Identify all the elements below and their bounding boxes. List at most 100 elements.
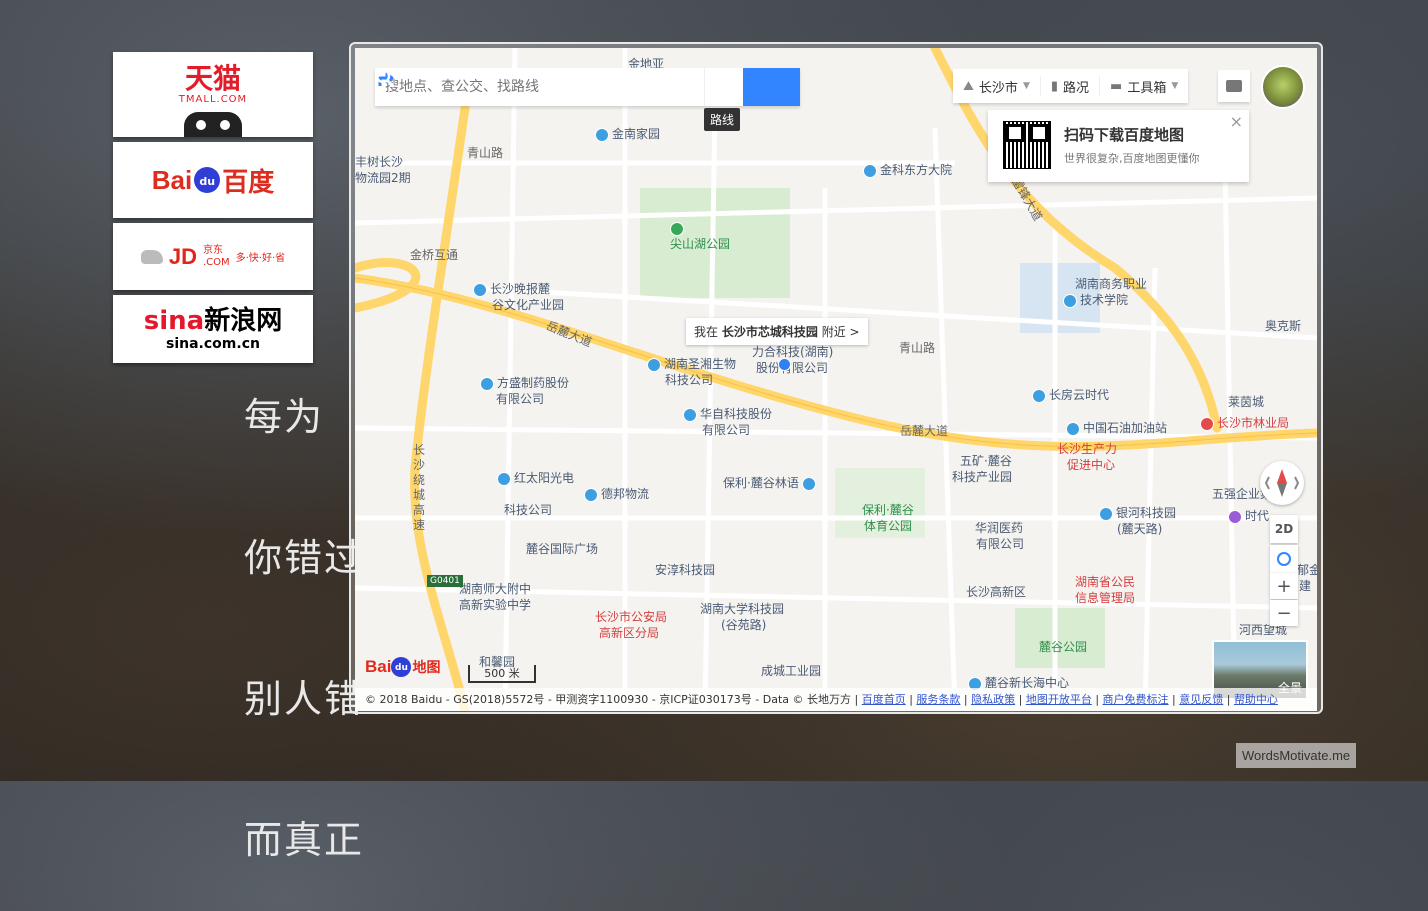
tmall-link[interactable]: 天猫 TMALL.COM [113, 52, 313, 137]
map-label[interactable]: 成城工业园 [761, 663, 821, 679]
footer-link[interactable]: 意见反馈 [1179, 693, 1223, 706]
avatar[interactable] [1261, 65, 1305, 109]
quote-line: 每为 [244, 395, 325, 439]
map-label[interactable]: 湖南省公民 [1075, 574, 1135, 590]
map-label[interactable]: 建 [1299, 578, 1311, 594]
zoom-out-button[interactable]: − [1270, 600, 1298, 626]
map-label[interactable]: 力合科技(湖南) [752, 344, 833, 360]
zoom-in-button[interactable]: + [1270, 573, 1298, 599]
current-location-marker[interactable] [778, 358, 791, 371]
map-label[interactable]: 麓谷国际广场 [526, 541, 598, 557]
map-label[interactable]: 谷文化产业园 [492, 297, 564, 313]
map-label[interactable]: 奥克斯 [1265, 318, 1301, 334]
map-label[interactable]: 丰树长沙 [355, 154, 403, 170]
map-label-text: 技术学院 [1080, 293, 1129, 307]
map-label[interactable]: 长房云时代 [1032, 387, 1109, 403]
map-label[interactable]: 银河科技园 [1099, 505, 1176, 521]
map-label[interactable]: 中国石油加油站 [1066, 420, 1167, 436]
mode-2d-button[interactable]: 2D [1270, 515, 1298, 543]
search-input[interactable] [375, 68, 704, 106]
map-label[interactable]: 高新实验中学 [459, 597, 531, 613]
city-selector[interactable]: ⛰ 长沙市 ▼ [953, 76, 1041, 96]
map-label-text: 长房云时代 [1049, 388, 1110, 402]
toolbox-icon: ▬ [1110, 78, 1123, 94]
map-label[interactable] [670, 220, 687, 236]
map-label[interactable]: 湖南师大附中 [459, 581, 531, 597]
map-label-text: 中国石油加油站 [1083, 421, 1168, 435]
message-icon [1226, 80, 1242, 92]
map-label[interactable]: 科技公司 [504, 502, 552, 518]
map-label[interactable]: (麓天路) [1117, 521, 1162, 537]
map-label[interactable]: 保利·麓谷林语 [723, 475, 819, 491]
map-label[interactable]: 五矿·麓谷 [960, 453, 1012, 469]
sina-logo: sina新浪网 [113, 307, 313, 335]
map-label[interactable]: 时代 [1228, 508, 1269, 524]
map-label[interactable]: 红太阳光电 [497, 470, 574, 486]
compass-icon[interactable] [1260, 461, 1304, 505]
baidu-map[interactable]: 金地亚 金南家园 青山路 丰树长沙 物流园2期 金科东方大院 尖山湖公园 金桥互… [355, 48, 1317, 711]
poi-icon [1063, 293, 1077, 308]
jd-link[interactable]: JD 京东 .COM 多·快·好·省 [113, 223, 313, 290]
map-label[interactable]: 高新区分局 [599, 625, 659, 641]
location-prefix: 我在 [694, 325, 719, 339]
message-button[interactable] [1218, 70, 1250, 102]
map-label[interactable]: 郁金 [1297, 562, 1317, 578]
map-label[interactable]: 有限公司 [496, 391, 544, 407]
toolbox-button[interactable]: ▬ 工具箱 ▼ [1100, 76, 1188, 96]
qr-download-card: 扫码下载百度地图 世界很复杂,百度地图更懂你 × [988, 110, 1249, 182]
map-road-label: 岳麓大道 [900, 424, 949, 438]
footer-link[interactable]: 商户免费标注 [1103, 693, 1169, 706]
map-park-label[interactable]: 体育公园 [864, 518, 912, 534]
tmall-logo-cn: 天猫 [184, 62, 241, 95]
map-label[interactable]: 长沙晚报麓 [473, 281, 550, 297]
map-label[interactable]: 信息管理局 [1075, 590, 1135, 606]
location-tip[interactable]: 我在 长沙市芯城科技园 附近 > [686, 318, 868, 345]
map-label[interactable]: 科技产业园 [952, 469, 1012, 485]
map-label[interactable]: 长沙市公安局 [595, 609, 667, 625]
logo-map: 地图 [412, 660, 441, 676]
copyright-bar: © 2018 Baidu - GS(2018)5572号 - 甲测资字11009… [355, 688, 1317, 711]
map-label[interactable]: (谷苑路) [721, 617, 766, 633]
baidu-map-logo[interactable]: Bai du 地图 [365, 657, 440, 677]
map-label[interactable]: 华润医药 [975, 520, 1023, 536]
baidu-link[interactable]: Bai du 百度 [113, 142, 313, 218]
map-park-label[interactable]: 麓谷公园 [1039, 639, 1087, 655]
map-label[interactable]: 技术学院 [1063, 292, 1128, 308]
map-label[interactable]: 物流园2期 [355, 170, 411, 186]
map-label[interactable]: 长沙市林业局 [1200, 415, 1289, 431]
map-label[interactable]: 方盛制药股份 [480, 375, 569, 391]
map-label[interactable]: 华自科技股份 [683, 406, 772, 422]
map-label-text: 红太阳光电 [514, 471, 575, 485]
map-label[interactable]: 促进中心 [1067, 457, 1115, 473]
map-label[interactable]: 长沙高新区 [966, 584, 1026, 600]
footer-link[interactable]: 地图开放平台 [1026, 693, 1092, 706]
sina-link[interactable]: sina新浪网 sina.com.cn [113, 295, 313, 363]
map-label[interactable]: 德邦物流 [584, 486, 649, 502]
search-button[interactable] [375, 68, 800, 106]
map-label[interactable]: 安淳科技园 [655, 562, 715, 578]
locate-button[interactable] [1270, 545, 1298, 573]
map-park-label[interactable]: 保利·麓谷 [862, 502, 914, 518]
map-label[interactable]: 有限公司 [976, 536, 1024, 552]
footer-link[interactable]: 百度首页 [862, 693, 906, 706]
footer-link[interactable]: 服务条款 [916, 693, 960, 706]
footer-link[interactable]: 隐私政策 [971, 693, 1015, 706]
map-label[interactable]: 股份有限公司 [756, 360, 828, 376]
map-label[interactable]: 长沙生产力 [1057, 441, 1117, 457]
baidu-logo-right: 百度 [222, 166, 275, 197]
map-label[interactable]: 金南家园 [595, 126, 660, 142]
map-label[interactable]: 湖南大学科技园 [700, 601, 784, 617]
route-button[interactable] [378, 68, 743, 106]
map-park-label[interactable]: 尖山湖公园 [670, 236, 730, 252]
map-label[interactable]: 莱茵城 [1228, 394, 1264, 410]
watermark[interactable]: WordsMotivate.me [1236, 743, 1357, 768]
map-label[interactable]: 科技公司 [665, 372, 713, 388]
close-icon[interactable]: × [1230, 112, 1243, 131]
map-label[interactable]: 有限公司 [702, 422, 750, 438]
poi-icon [595, 127, 609, 142]
map-label[interactable]: 金科东方大院 [863, 162, 952, 178]
map-label[interactable]: 湖南圣湘生物 [647, 356, 736, 372]
footer-link[interactable]: 帮助中心 [1234, 693, 1278, 706]
map-label[interactable]: 湖南商务职业 [1075, 276, 1147, 292]
traffic-button[interactable]: ▮ 路况 [1041, 76, 1101, 96]
